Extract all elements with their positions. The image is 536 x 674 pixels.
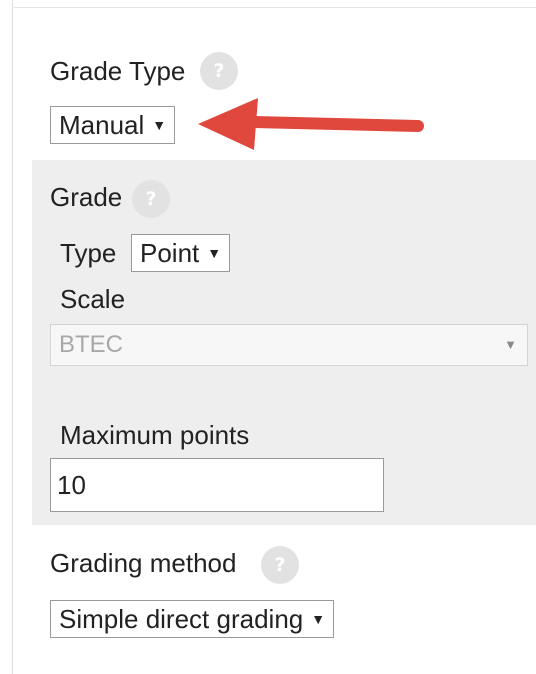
grade-type-field-label: Type: [60, 238, 117, 268]
chevron-down-icon: ▼: [207, 245, 222, 262]
scale-select-value: BTEC: [59, 331, 124, 358]
grading-method-label: Grading method: [50, 548, 237, 578]
grade-type-select[interactable]: Manual ▼: [50, 106, 176, 144]
grading-method-select-value: Simple direct grading: [59, 604, 304, 634]
arrow-left-icon: [198, 98, 424, 150]
scale-label: Scale: [60, 284, 126, 314]
grading-method-select[interactable]: Simple direct grading ▼: [50, 600, 335, 638]
form-top-border: [12, 7, 536, 8]
chevron-down-icon: ▼: [504, 337, 517, 352]
scale-select-disabled: BTEC ▼: [50, 324, 528, 366]
grading-method-help-icon[interactable]: ?: [261, 546, 299, 584]
maximum-points-input[interactable]: 10: [50, 458, 384, 512]
grade-type-select-value: Manual: [59, 110, 145, 140]
chevron-down-icon: ▼: [152, 117, 167, 134]
grade-settings-form: Grade Type ? Manual ▼ Grade ? Type Point ▼…: [0, 0, 536, 674]
grade-type-help-icon[interactable]: ?: [200, 52, 238, 90]
grade-heading: Grade: [50, 182, 123, 212]
form-left-border: [12, 0, 13, 674]
maximum-points-label: Maximum points: [60, 420, 250, 450]
grade-help-icon[interactable]: ?: [132, 180, 170, 218]
grade-type-field-select[interactable]: Point ▼: [131, 234, 231, 272]
chevron-down-icon: ▼: [311, 611, 326, 628]
grade-type-field-value: Point: [140, 238, 200, 268]
grade-type-label: Grade Type: [50, 56, 186, 86]
